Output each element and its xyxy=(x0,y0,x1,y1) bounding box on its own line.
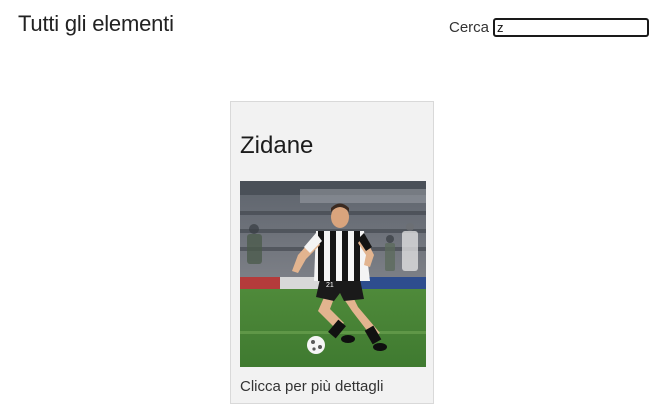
footballer-photo: 21 xyxy=(240,181,426,367)
card-image: 21 xyxy=(240,181,426,367)
card-title: Zidane xyxy=(240,132,314,159)
page-title: Tutti gli elementi xyxy=(18,11,174,36)
card-details-link[interactable]: Clicca per più dettagli xyxy=(240,378,383,395)
page-header: Tutti gli elementi Cerca xyxy=(0,0,664,60)
svg-text:21: 21 xyxy=(326,282,334,289)
search-label: Cerca xyxy=(449,18,490,36)
search-bar: Cerca xyxy=(449,17,650,37)
item-card-zidane[interactable]: Zidane 21 Clicca per più dettagli xyxy=(230,101,434,404)
search-input[interactable] xyxy=(493,17,650,37)
